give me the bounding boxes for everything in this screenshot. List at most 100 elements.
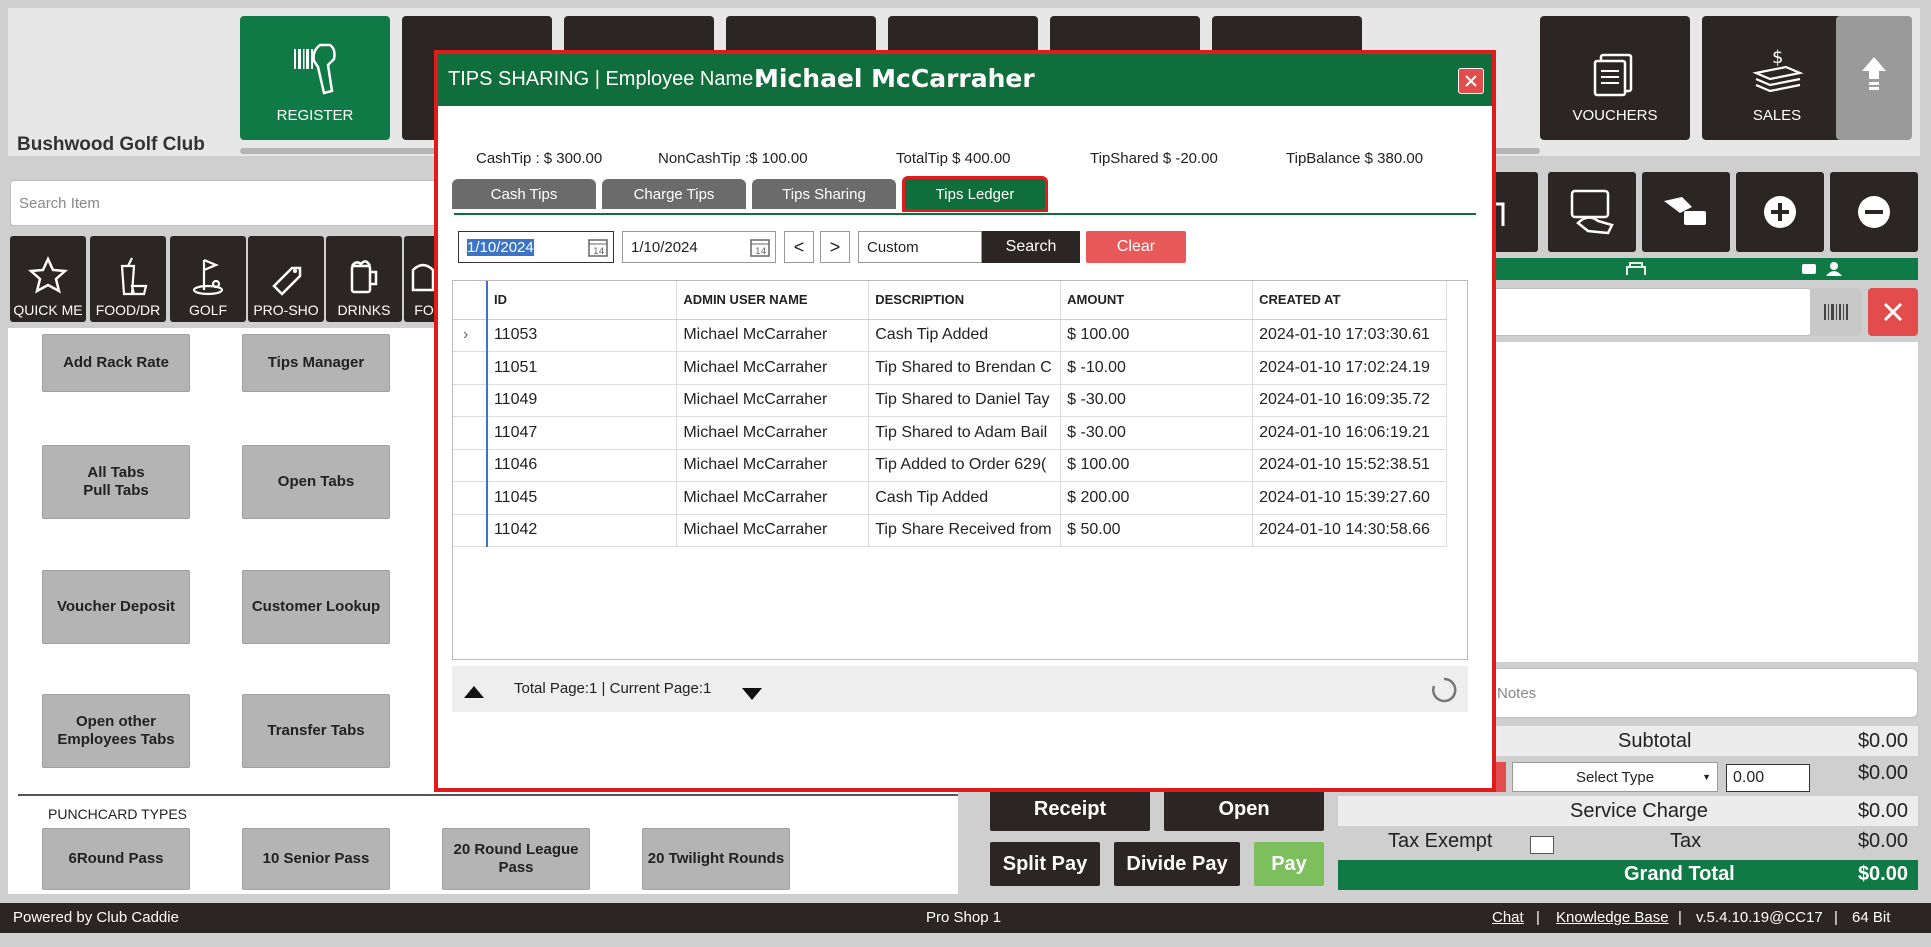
clear-button[interactable]: Clear <box>1086 231 1186 263</box>
knowledge-base-link[interactable]: Knowledge Base <box>1556 909 1669 926</box>
category-golf[interactable]: GOLF <box>170 236 246 322</box>
cell-created-at: 2024-01-10 14:30:58.66 <box>1252 514 1447 547</box>
category-drinks[interactable]: DRINKS <box>326 236 402 322</box>
dialog-close-button[interactable] <box>1458 68 1484 94</box>
voucher-deposit-button[interactable]: Voucher Deposit <box>42 570 190 644</box>
cell-admin-user: Michael McCarraher <box>676 416 870 450</box>
hand-card-icon <box>1570 189 1614 235</box>
cell-admin-user: Michael McCarraher <box>676 481 870 515</box>
table-row[interactable]: › 11053 Michael McCarraher Cash Tip Adde… <box>453 319 1447 352</box>
customer-input[interactable] <box>1460 288 1812 336</box>
cell-id: 11045 <box>486 481 678 515</box>
scroll-up-button[interactable] <box>1836 16 1912 140</box>
pay-button[interactable]: Pay <box>1254 842 1324 886</box>
customer-lookup-button[interactable]: Customer Lookup <box>242 570 390 644</box>
tag-icon <box>272 266 302 296</box>
tip-balance-summary: TipBalance $ 380.00 <box>1286 150 1424 167</box>
split-pay-button[interactable]: Split Pay <box>990 842 1100 886</box>
category-quick-menu[interactable]: QUICK ME <box>10 236 86 322</box>
column-id[interactable]: ID <box>486 281 678 320</box>
next-date-button[interactable]: > <box>820 231 850 263</box>
date-range-dropdown[interactable]: Custom <box>858 231 982 263</box>
cell-created-at: 2024-01-10 16:09:35.72 <box>1252 384 1447 417</box>
barcode-scan-button[interactable] <box>1810 288 1862 336</box>
table-row[interactable]: 11049 Michael McCarraher Tip Shared to D… <box>453 384 1447 417</box>
notes-input[interactable]: Notes <box>1470 668 1918 718</box>
all-tabs-pull-tabs-button[interactable]: All Tabs Pull Tabs <box>42 445 190 519</box>
type-amount-input[interactable]: 0.00 <box>1726 764 1810 792</box>
right-tool-tile-2[interactable] <box>1548 172 1636 252</box>
barcode-scanner-icon <box>294 43 336 95</box>
to-date-input[interactable]: 1/10/2024 14 <box>622 231 776 263</box>
cell-amount: $ 100.00 <box>1060 319 1254 352</box>
column-amount[interactable]: AMOUNT <box>1060 281 1254 320</box>
version-text: v.5.4.10.19@CC17 <box>1696 909 1823 926</box>
page-down-icon[interactable] <box>740 686 764 702</box>
tab-cash-tips[interactable]: Cash Tips <box>452 179 596 209</box>
from-date-input[interactable]: 1/10/2024 14 <box>458 231 614 263</box>
punchcard-10-senior-pass[interactable]: 10 Senior Pass <box>242 828 390 890</box>
tax-exempt-checkbox[interactable] <box>1530 836 1554 854</box>
table-row[interactable]: 11051 Michael McCarraher Tip Shared to B… <box>453 351 1447 385</box>
calendar-icon: 14 <box>750 239 770 257</box>
grand-total-value: $0.00 <box>1857 863 1908 885</box>
previous-date-button[interactable]: < <box>784 231 814 263</box>
chat-link[interactable]: Chat <box>1492 909 1524 926</box>
tab-tips-ledger[interactable]: Tips Ledger <box>902 176 1048 212</box>
close-icon <box>1883 302 1903 322</box>
cell-description: Tip Shared to Brendan C <box>868 351 1062 385</box>
category-food-drink[interactable]: FOOD/DR <box>90 236 166 322</box>
tab-charge-tips[interactable]: Charge Tips <box>602 179 746 209</box>
cell-amount: $ 50.00 <box>1060 514 1254 547</box>
transfer-tabs-button[interactable]: Transfer Tabs <box>242 694 390 768</box>
open-other-employees-tabs-button[interactable]: Open other Employees Tabs <box>42 694 190 768</box>
divide-pay-button[interactable]: Divide Pay <box>1114 842 1240 886</box>
select-type-dropdown[interactable]: Select Type ▼ <box>1512 762 1718 792</box>
svg-text:14: 14 <box>755 247 767 257</box>
nav-vouchers-tile[interactable]: VOUCHERS <box>1540 16 1690 140</box>
loading-spinner-icon <box>1432 677 1457 703</box>
add-quantity-button[interactable] <box>1736 172 1824 252</box>
remove-quantity-button[interactable] <box>1830 172 1918 252</box>
open-drawer-button[interactable]: Open <box>1164 787 1324 831</box>
punchcard-20-twilight-rounds[interactable]: 20 Twilight Rounds <box>642 828 790 890</box>
open-tabs-button[interactable]: Open Tabs <box>242 445 390 519</box>
location-text: Pro Shop 1 <box>926 909 1002 926</box>
from-date-value: 1/10/2024 <box>467 239 534 256</box>
tab-tips-sharing[interactable]: Tips Sharing <box>752 179 896 209</box>
punchcard-6round-pass[interactable]: 6Round Pass <box>42 828 190 890</box>
table-row[interactable]: 11047 Michael McCarraher Tip Shared to A… <box>453 416 1447 450</box>
search-button[interactable]: Search <box>982 231 1080 263</box>
wallet-user-icon <box>1802 262 1842 276</box>
table-row[interactable]: 11046 Michael McCarraher Tip Added to Or… <box>453 449 1447 482</box>
minus-circle-icon <box>1858 196 1890 228</box>
column-description[interactable]: DESCRIPTION <box>868 281 1062 320</box>
chair-icon <box>1626 262 1646 275</box>
column-created-at[interactable]: CREATED AT <box>1252 281 1447 320</box>
chevron-down-icon: ▼ <box>1702 772 1711 782</box>
punchcard-20-round-league-pass[interactable]: 20 Round League Pass <box>442 828 590 890</box>
footer-separator: | <box>1678 909 1682 926</box>
cell-created-at: 2024-01-10 15:52:38.51 <box>1252 449 1447 482</box>
nav-register-tile[interactable]: REGISTER <box>240 16 390 140</box>
row-indicator <box>453 416 488 450</box>
nav-sales-tile[interactable]: $ SALES <box>1702 16 1852 140</box>
table-row[interactable]: 11042 Michael McCarraher Tip Share Recei… <box>453 514 1447 547</box>
table-row[interactable]: 11045 Michael McCarraher Cash Tip Added … <box>453 481 1447 515</box>
cell-created-at: 2024-01-10 16:06:19.21 <box>1252 416 1447 450</box>
right-tool-tile-3[interactable] <box>1642 172 1730 252</box>
search-item-input[interactable]: Search Item <box>10 180 450 226</box>
clear-customer-button[interactable] <box>1868 288 1918 336</box>
receipt-button[interactable]: Receipt <box>990 787 1150 831</box>
cell-admin-user: Michael McCarraher <box>676 449 870 482</box>
page-up-icon[interactable] <box>462 684 486 700</box>
cell-id: 11049 <box>486 384 678 417</box>
column-admin-user-name[interactable]: ADMIN USER NAME <box>676 281 870 320</box>
cell-admin-user: Michael McCarraher <box>676 384 870 417</box>
add-rack-rate-button[interactable]: Add Rack Rate <box>42 334 190 392</box>
tips-manager-button[interactable]: Tips Manager <box>242 334 390 392</box>
svg-text:$: $ <box>1772 47 1783 68</box>
tip-shared-summary: TipShared $ -20.00 <box>1090 150 1218 167</box>
category-pro-shop[interactable]: PRO-SHO <box>248 236 324 322</box>
plus-circle-icon <box>1764 196 1796 228</box>
